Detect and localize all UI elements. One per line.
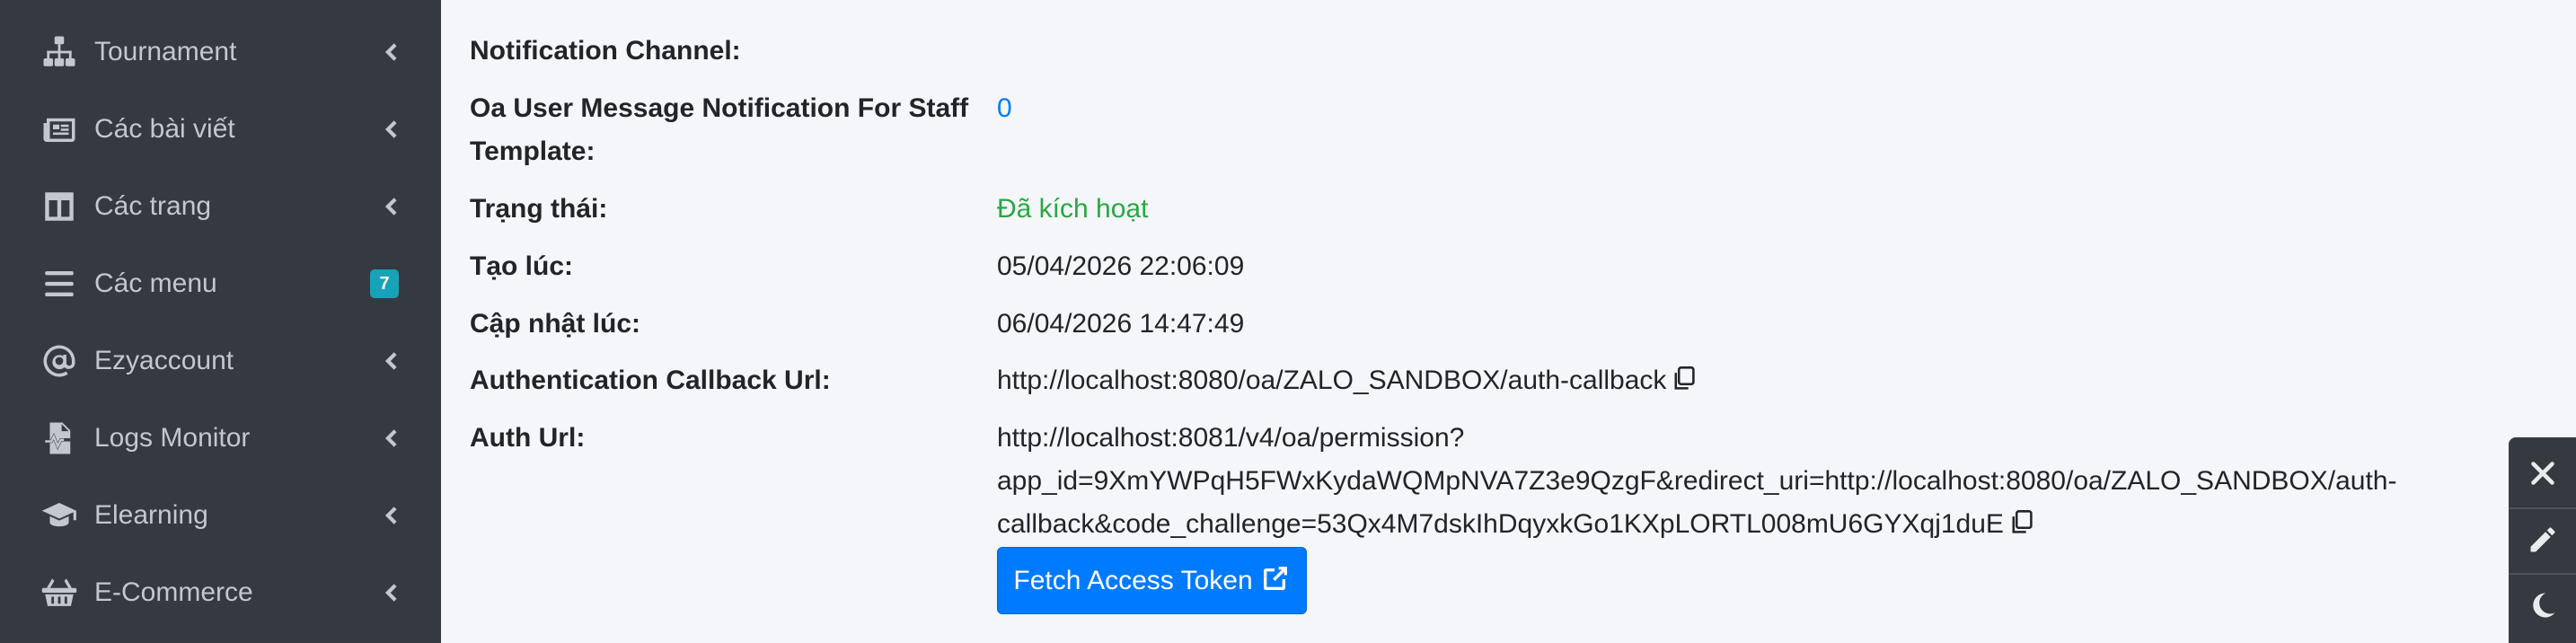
external-link-icon	[1262, 563, 1291, 599]
sidebar-item-ecommerce[interactable]: E-Commerce	[0, 554, 441, 631]
fetch-access-token-button[interactable]: Fetch Access Token	[997, 547, 1307, 614]
shopping-basket-icon	[40, 573, 79, 612]
updated-at-value: 06/04/2026 14:47:49	[997, 309, 1245, 339]
updated-at-label: Cập nhật lúc:	[470, 309, 641, 339]
fetch-button-label: Fetch Access Token	[1013, 565, 1253, 595]
divider	[2509, 507, 2576, 509]
sidebar-item-label: Các menu	[94, 269, 217, 298]
sidebar: Tournament Các bài viết Các trang Các me…	[0, 0, 441, 643]
moon-icon	[2527, 589, 2559, 626]
sidebar-item-posts[interactable]: Các bài viết	[0, 91, 441, 168]
count-badge: 7	[370, 269, 399, 298]
chevron-left-icon	[382, 197, 401, 216]
graduation-cap-icon	[40, 496, 79, 535]
pencil-icon	[2527, 524, 2559, 560]
chevron-left-icon	[382, 583, 401, 603]
sidebar-item-label: Elearning	[94, 500, 208, 530]
callback-url-row: http://localhost:8080/oa/ZALO_SANDBOX/au…	[997, 359, 1697, 402]
sidebar-item-elearning[interactable]: Elearning	[0, 477, 441, 554]
dark-mode-button[interactable]	[2509, 578, 2576, 636]
at-icon	[40, 341, 79, 381]
notification-channel-label: Notification Channel:	[470, 36, 741, 66]
sitemap-icon	[40, 32, 79, 72]
sidebar-item-tournament[interactable]: Tournament	[0, 13, 441, 91]
columns-icon	[40, 187, 79, 226]
auth-url-line3-row: callback&code_challenge=53Qx4M7dskIhDqyx…	[997, 503, 2034, 546]
chevron-left-icon	[382, 428, 401, 448]
edit-button[interactable]	[2509, 513, 2576, 570]
callback-url-value: http://localhost:8080/oa/ZALO_SANDBOX/au…	[997, 366, 1667, 395]
newspaper-icon	[40, 110, 79, 149]
chevron-left-icon	[382, 506, 401, 525]
close-icon	[2527, 457, 2559, 494]
sidebar-item-ezyaccount[interactable]: Ezyaccount	[0, 322, 441, 400]
sidebar-item-menus[interactable]: Các menu 7	[0, 245, 441, 322]
oa-template-link[interactable]: 0	[997, 87, 1012, 130]
callback-url-label: Authentication Callback Url:	[470, 366, 831, 395]
floating-control-bar	[2509, 437, 2576, 643]
copy-icon[interactable]	[2009, 506, 2034, 533]
created-at-label: Tạo lúc:	[470, 251, 574, 281]
sidebar-item-label: Các bài viết	[94, 114, 235, 144]
divider	[2509, 573, 2576, 575]
oa-template-label-line1: Oa User Message Notification For Staff	[470, 93, 969, 123]
detail-panel: Notification Channel: Oa User Message No…	[441, 0, 2576, 643]
sidebar-item-label: Các trang	[94, 191, 212, 221]
auth-url-line1: http://localhost:8081/v4/oa/permission?	[997, 423, 1465, 453]
sidebar-item-label: Logs Monitor	[94, 423, 251, 453]
status-label: Trạng thái:	[470, 194, 608, 224]
copy-icon[interactable]	[1672, 363, 1697, 390]
sidebar-item-label: Tournament	[94, 37, 237, 66]
chevron-left-icon	[382, 351, 401, 371]
auth-url-line2: app_id=9XmYWPqH5FWxKydaWQMpNVA7Z3e9QzgF&…	[997, 466, 2397, 496]
close-button[interactable]	[2509, 446, 2576, 504]
sidebar-item-label: E-Commerce	[94, 577, 253, 607]
bars-icon	[40, 264, 79, 304]
chevron-left-icon	[382, 119, 401, 139]
file-medical-alt-icon	[40, 418, 79, 458]
created-at-value: 05/04/2026 22:06:09	[997, 251, 1245, 281]
auth-url-line3: callback&code_challenge=53Qx4M7dskIhDqyx…	[997, 509, 2004, 539]
oa-template-label-line2: Template:	[470, 137, 595, 166]
sidebar-item-label: Ezyaccount	[94, 346, 234, 375]
sidebar-item-pages[interactable]: Các trang	[0, 168, 441, 245]
auth-url-label: Auth Url:	[470, 423, 586, 453]
status-value: Đã kích hoạt	[997, 194, 1149, 224]
sidebar-item-logs-monitor[interactable]: Logs Monitor	[0, 400, 441, 477]
chevron-left-icon	[382, 42, 401, 62]
